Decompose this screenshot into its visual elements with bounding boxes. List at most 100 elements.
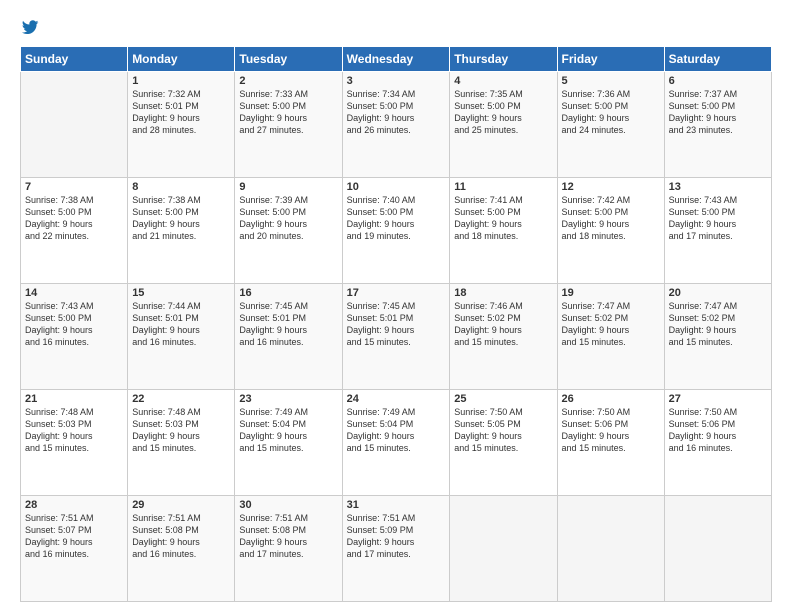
- day-info: Sunrise: 7:51 AMSunset: 5:07 PMDaylight:…: [25, 512, 123, 561]
- day-info: Sunrise: 7:47 AMSunset: 5:02 PMDaylight:…: [669, 300, 767, 349]
- day-number: 29: [132, 499, 230, 511]
- logo-text: [20, 18, 40, 36]
- day-info: Sunrise: 7:35 AMSunset: 5:00 PMDaylight:…: [454, 88, 552, 137]
- day-info: Sunrise: 7:41 AMSunset: 5:00 PMDaylight:…: [454, 194, 552, 243]
- day-number: 28: [25, 499, 123, 511]
- day-cell: 31Sunrise: 7:51 AMSunset: 5:09 PMDayligh…: [342, 496, 450, 602]
- day-cell: 13Sunrise: 7:43 AMSunset: 5:00 PMDayligh…: [664, 178, 771, 284]
- day-cell: 20Sunrise: 7:47 AMSunset: 5:02 PMDayligh…: [664, 284, 771, 390]
- day-cell: 30Sunrise: 7:51 AMSunset: 5:08 PMDayligh…: [235, 496, 342, 602]
- day-number: 21: [25, 393, 123, 405]
- day-number: 16: [239, 287, 337, 299]
- day-number: 24: [347, 393, 446, 405]
- day-number: 27: [669, 393, 767, 405]
- day-cell: 21Sunrise: 7:48 AMSunset: 5:03 PMDayligh…: [21, 390, 128, 496]
- day-cell: 17Sunrise: 7:45 AMSunset: 5:01 PMDayligh…: [342, 284, 450, 390]
- day-cell: 19Sunrise: 7:47 AMSunset: 5:02 PMDayligh…: [557, 284, 664, 390]
- day-number: 30: [239, 499, 337, 511]
- day-number: 7: [25, 181, 123, 193]
- day-info: Sunrise: 7:48 AMSunset: 5:03 PMDaylight:…: [132, 406, 230, 455]
- day-number: 23: [239, 393, 337, 405]
- week-row-2: 7 Sunrise: 7:38 AMSunset: 5:00 PMDaylight…: [21, 178, 772, 284]
- day-info: Sunrise: 7:45 AMSunset: 5:01 PMDaylight:…: [239, 300, 337, 349]
- day-info: Sunrise: 7:51 AMSunset: 5:08 PMDaylight:…: [239, 512, 337, 561]
- day-number: 10: [347, 181, 446, 193]
- day-info: Sunrise: 7:46 AMSunset: 5:02 PMDaylight:…: [454, 300, 552, 349]
- day-cell: 10Sunrise: 7:40 AMSunset: 5:00 PMDayligh…: [342, 178, 450, 284]
- day-info: Sunrise: 7:49 AMSunset: 5:04 PMDaylight:…: [347, 406, 446, 455]
- day-info: Sunrise: 7:34 AMSunset: 5:00 PMDaylight:…: [347, 88, 446, 137]
- calendar-header-row: SundayMondayTuesdayWednesdayThursdayFrid…: [21, 47, 772, 72]
- day-cell: 1Sunrise: 7:32 AMSunset: 5:01 PMDaylight…: [128, 72, 235, 178]
- col-header-tuesday: Tuesday: [235, 47, 342, 72]
- day-number: 26: [562, 393, 660, 405]
- day-cell: 24Sunrise: 7:49 AMSunset: 5:04 PMDayligh…: [342, 390, 450, 496]
- day-cell: 28Sunrise: 7:51 AMSunset: 5:07 PMDayligh…: [21, 496, 128, 602]
- col-header-sunday: Sunday: [21, 47, 128, 72]
- day-number: 18: [454, 287, 552, 299]
- day-cell: 12Sunrise: 7:42 AMSunset: 5:00 PMDayligh…: [557, 178, 664, 284]
- day-info: Sunrise: 7:39 AMSunset: 5:00 PMDaylight:…: [239, 194, 337, 243]
- day-info: Sunrise: 7:49 AMSunset: 5:04 PMDaylight:…: [239, 406, 337, 455]
- day-number: 17: [347, 287, 446, 299]
- day-info: Sunrise: 7:32 AMSunset: 5:01 PMDaylight:…: [132, 88, 230, 137]
- day-cell: 18Sunrise: 7:46 AMSunset: 5:02 PMDayligh…: [450, 284, 557, 390]
- day-info: Sunrise: 7:50 AMSunset: 5:06 PMDaylight:…: [562, 406, 660, 455]
- day-cell: [450, 496, 557, 602]
- day-info: Sunrise: 7:36 AMSunset: 5:00 PMDaylight:…: [562, 88, 660, 137]
- day-info: Sunrise: 7:50 AMSunset: 5:06 PMDaylight:…: [669, 406, 767, 455]
- day-info: Sunrise: 7:42 AMSunset: 5:00 PMDaylight:…: [562, 194, 660, 243]
- day-cell: 14Sunrise: 7:43 AMSunset: 5:00 PMDayligh…: [21, 284, 128, 390]
- day-info: Sunrise: 7:33 AMSunset: 5:00 PMDaylight:…: [239, 88, 337, 137]
- day-cell: 8Sunrise: 7:38 AMSunset: 5:00 PMDaylight…: [128, 178, 235, 284]
- week-row-4: 21Sunrise: 7:48 AMSunset: 5:03 PMDayligh…: [21, 390, 772, 496]
- day-cell: 3Sunrise: 7:34 AMSunset: 5:00 PMDaylight…: [342, 72, 450, 178]
- day-cell: 7Sunrise: 7:38 AMSunset: 5:00 PMDaylight…: [21, 178, 128, 284]
- day-cell: 9Sunrise: 7:39 AMSunset: 5:00 PMDaylight…: [235, 178, 342, 284]
- day-number: 25: [454, 393, 552, 405]
- day-info: Sunrise: 7:43 AMSunset: 5:00 PMDaylight:…: [669, 194, 767, 243]
- day-info: Sunrise: 7:51 AMSunset: 5:08 PMDaylight:…: [132, 512, 230, 561]
- day-info: Sunrise: 7:38 AMSunset: 5:00 PMDaylight:…: [132, 194, 230, 243]
- day-cell: 22Sunrise: 7:48 AMSunset: 5:03 PMDayligh…: [128, 390, 235, 496]
- day-info: Sunrise: 7:47 AMSunset: 5:02 PMDaylight:…: [562, 300, 660, 349]
- day-number: 22: [132, 393, 230, 405]
- day-number: 1: [132, 75, 230, 87]
- day-number: 8: [132, 181, 230, 193]
- day-cell: 2Sunrise: 7:33 AMSunset: 5:00 PMDaylight…: [235, 72, 342, 178]
- day-number: 9: [239, 181, 337, 193]
- day-number: 31: [347, 499, 446, 511]
- day-info: Sunrise: 7:44 AMSunset: 5:01 PMDaylight:…: [132, 300, 230, 349]
- logo-bird-icon: [22, 18, 40, 36]
- day-number: 3: [347, 75, 446, 87]
- day-cell: 29Sunrise: 7:51 AMSunset: 5:08 PMDayligh…: [128, 496, 235, 602]
- day-cell: 11Sunrise: 7:41 AMSunset: 5:00 PMDayligh…: [450, 178, 557, 284]
- day-cell: 23Sunrise: 7:49 AMSunset: 5:04 PMDayligh…: [235, 390, 342, 496]
- calendar-table: SundayMondayTuesdayWednesdayThursdayFrid…: [20, 46, 772, 602]
- day-cell: 16Sunrise: 7:45 AMSunset: 5:01 PMDayligh…: [235, 284, 342, 390]
- day-number: 5: [562, 75, 660, 87]
- day-cell: [21, 72, 128, 178]
- col-header-thursday: Thursday: [450, 47, 557, 72]
- day-cell: 15Sunrise: 7:44 AMSunset: 5:01 PMDayligh…: [128, 284, 235, 390]
- day-number: 11: [454, 181, 552, 193]
- day-number: 13: [669, 181, 767, 193]
- day-info: Sunrise: 7:37 AMSunset: 5:00 PMDaylight:…: [669, 88, 767, 137]
- day-cell: [557, 496, 664, 602]
- header: [20, 18, 772, 36]
- day-number: 20: [669, 287, 767, 299]
- logo: [20, 18, 40, 36]
- day-cell: [664, 496, 771, 602]
- day-number: 4: [454, 75, 552, 87]
- day-cell: 6Sunrise: 7:37 AMSunset: 5:00 PMDaylight…: [664, 72, 771, 178]
- day-info: Sunrise: 7:50 AMSunset: 5:05 PMDaylight:…: [454, 406, 552, 455]
- day-info: Sunrise: 7:45 AMSunset: 5:01 PMDaylight:…: [347, 300, 446, 349]
- week-row-3: 14Sunrise: 7:43 AMSunset: 5:00 PMDayligh…: [21, 284, 772, 390]
- day-info: Sunrise: 7:51 AMSunset: 5:09 PMDaylight:…: [347, 512, 446, 561]
- day-info: Sunrise: 7:43 AMSunset: 5:00 PMDaylight:…: [25, 300, 123, 349]
- col-header-friday: Friday: [557, 47, 664, 72]
- day-number: 6: [669, 75, 767, 87]
- day-cell: 26Sunrise: 7:50 AMSunset: 5:06 PMDayligh…: [557, 390, 664, 496]
- day-info: Sunrise: 7:48 AMSunset: 5:03 PMDaylight:…: [25, 406, 123, 455]
- day-cell: 27Sunrise: 7:50 AMSunset: 5:06 PMDayligh…: [664, 390, 771, 496]
